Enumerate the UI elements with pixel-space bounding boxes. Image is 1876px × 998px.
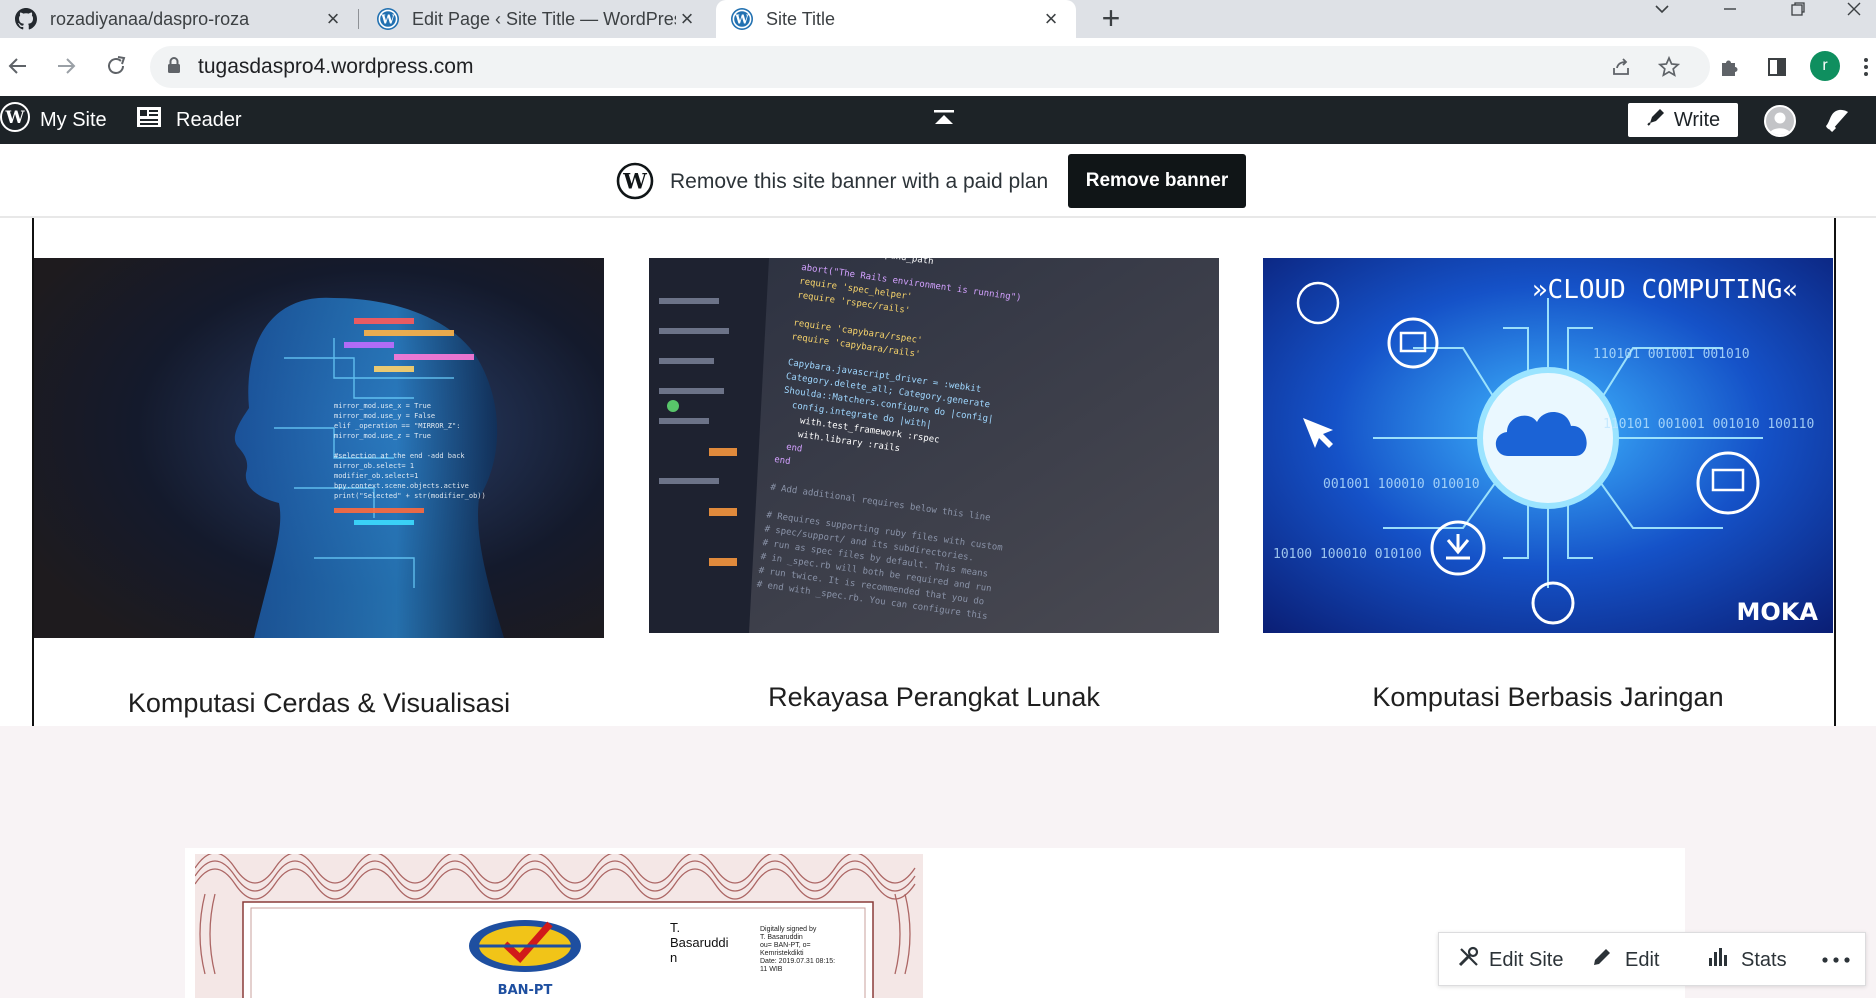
edit-site-button[interactable]: Edit Site <box>1457 933 1563 987</box>
stats-button[interactable]: Stats <box>1707 933 1787 987</box>
browser-tab-strip: rozadiyanaa/daspro-roza × W Edit Page ‹ … <box>0 0 1876 38</box>
wordpress-logo-icon: W <box>0 102 30 138</box>
svg-text:mirror_mod.use_z = True: mirror_mod.use_z = True <box>334 432 431 440</box>
moka-brand: MOKA <box>1737 598 1819 626</box>
tools-icon <box>1457 945 1481 975</box>
edit-site-label: Edit Site <box>1489 948 1564 971</box>
svg-text:elif _operation == "MIRROR_Z":: elif _operation == "MIRROR_Z": <box>334 422 460 430</box>
svg-text:W: W <box>734 13 749 27</box>
url-text: tugasdaspro4.wordpress.com <box>198 55 474 78</box>
bar-chart-icon <box>1707 946 1729 974</box>
my-site-label: My Site <box>40 108 107 131</box>
ban-pt-logo-text: BAN-PT <box>498 983 553 998</box>
svg-text:mirror_ob.select= 1: mirror_ob.select= 1 <box>334 462 414 470</box>
lock-icon[interactable] <box>166 56 182 79</box>
svg-text:#selection at the end -add bac: #selection at the end -add back <box>334 452 465 460</box>
svg-text:110101 001001 001010 100110: 110101 001001 001010 100110 <box>1603 417 1814 432</box>
pencil-icon <box>1591 946 1613 974</box>
cloud-computing-caption: »CLOUD COMPUTING« <box>1532 275 1798 305</box>
svg-text:10100 100010 010100: 10100 100010 010100 <box>1273 547 1422 562</box>
my-site-link[interactable]: W My Site <box>0 96 107 144</box>
side-panel-icon[interactable] <box>1760 50 1794 84</box>
forward-arrow-icon[interactable] <box>48 48 84 84</box>
profile-avatar[interactable]: r <box>1810 51 1840 81</box>
svg-text:W: W <box>4 108 25 128</box>
card-image-cloud-computing: »CLOUD COMPUTING« 110101 001001 001010 1… <box>1263 258 1833 633</box>
tab-search-chevron-icon[interactable] <box>1634 0 1690 30</box>
more-options-icon[interactable] <box>1821 933 1851 987</box>
svg-text:W: W <box>380 13 395 27</box>
github-icon <box>14 7 38 31</box>
site-banner: W Remove this site banner with a paid pl… <box>0 144 1876 218</box>
close-tab-icon[interactable]: × <box>1040 8 1062 30</box>
bookmark-star-icon[interactable] <box>1652 50 1686 84</box>
notifications-bell-icon[interactable] <box>1822 106 1852 139</box>
reader-label: Reader <box>176 108 242 131</box>
card-title[interactable]: Rekayasa Perangkat Lunak <box>649 682 1219 713</box>
tab-github[interactable]: rozadiyanaa/daspro-roza × <box>0 0 358 38</box>
share-icon[interactable] <box>1604 50 1638 84</box>
tab-site-title[interactable]: W Site Title × <box>716 0 1076 38</box>
tab-edit-page[interactable]: W Edit Page ‹ Site Title — WordPress × <box>362 0 712 38</box>
tab-title: Edit Page ‹ Site Title — WordPress <box>412 8 676 29</box>
card-title[interactable]: Komputasi Berbasis Jaringan <box>1263 682 1833 713</box>
reader-link[interactable]: Reader <box>136 96 242 144</box>
close-window-button[interactable] <box>1832 0 1876 30</box>
write-label: Write <box>1673 108 1721 131</box>
browser-menu-icon[interactable] <box>1856 50 1876 84</box>
back-arrow-icon[interactable] <box>0 48 36 84</box>
floating-action-bar: Edit Site Edit Stats <box>1438 932 1866 986</box>
card-image-ai-head: mirror_mod.use_x = True mirror_mod.use_y… <box>34 258 604 638</box>
wordpress-logo-icon: W <box>616 162 654 205</box>
svg-text:110101 001001 001010: 110101 001001 001010 <box>1593 347 1750 362</box>
new-tab-button[interactable]: + <box>1094 2 1128 36</box>
collapse-up-icon[interactable] <box>932 108 956 133</box>
svg-text:001001 100010 010010: 001001 100010 010010 <box>1323 477 1480 492</box>
wordpress-icon: W <box>376 7 400 31</box>
stats-label: Stats <box>1741 948 1787 971</box>
certificate-signer: T. Basaruddi n <box>670 920 729 965</box>
tab-title: Site Title <box>766 8 836 29</box>
extensions-puzzle-icon[interactable] <box>1712 50 1746 84</box>
svg-text:W: W <box>622 169 647 194</box>
edit-label: Edit <box>1625 948 1660 971</box>
reader-icon <box>136 105 162 135</box>
minimize-button[interactable] <box>1702 0 1758 30</box>
browser-toolbar: tugasdaspro4.wordpress.com r <box>0 38 1876 96</box>
tab-divider <box>358 9 359 29</box>
card-image-code-screen: require File.expand_path abort("The Rail… <box>649 258 1219 633</box>
pen-icon <box>1646 107 1666 133</box>
write-button[interactable]: Write <box>1628 103 1738 137</box>
wordpress-icon: W <box>730 7 754 31</box>
restore-button[interactable] <box>1770 0 1826 30</box>
svg-text:bpy.context.scene.objects.acti: bpy.context.scene.objects.active <box>334 482 469 490</box>
svg-text:print("Selected" + str(modifie: print("Selected" + str(modifier_ob)) <box>334 492 486 500</box>
card-title[interactable]: Komputasi Cerdas & Visualisasi <box>34 688 604 719</box>
svg-text:modifier_ob.select=1: modifier_ob.select=1 <box>334 472 418 480</box>
remove-banner-button[interactable]: Remove banner <box>1068 154 1246 208</box>
edit-button[interactable]: Edit <box>1591 933 1659 987</box>
close-tab-icon[interactable]: × <box>676 8 698 30</box>
user-avatar[interactable] <box>1764 105 1796 137</box>
reload-icon[interactable] <box>98 48 134 84</box>
svg-text:mirror_mod.use_y = False: mirror_mod.use_y = False <box>334 412 435 420</box>
wp-admin-bar: W My Site Reader Write <box>0 96 1876 144</box>
banner-text: Remove this site banner with a paid plan <box>670 170 1049 193</box>
tab-title: rozadiyanaa/daspro-roza <box>50 8 250 29</box>
certificate-signature-note: Digitally signed by T. Basaruddin ou= BA… <box>760 926 836 973</box>
close-tab-icon[interactable]: × <box>322 8 344 30</box>
svg-text:mirror_mod.use_x = True: mirror_mod.use_x = True <box>334 402 431 410</box>
address-bar[interactable]: tugasdaspro4.wordpress.com <box>150 46 1710 88</box>
